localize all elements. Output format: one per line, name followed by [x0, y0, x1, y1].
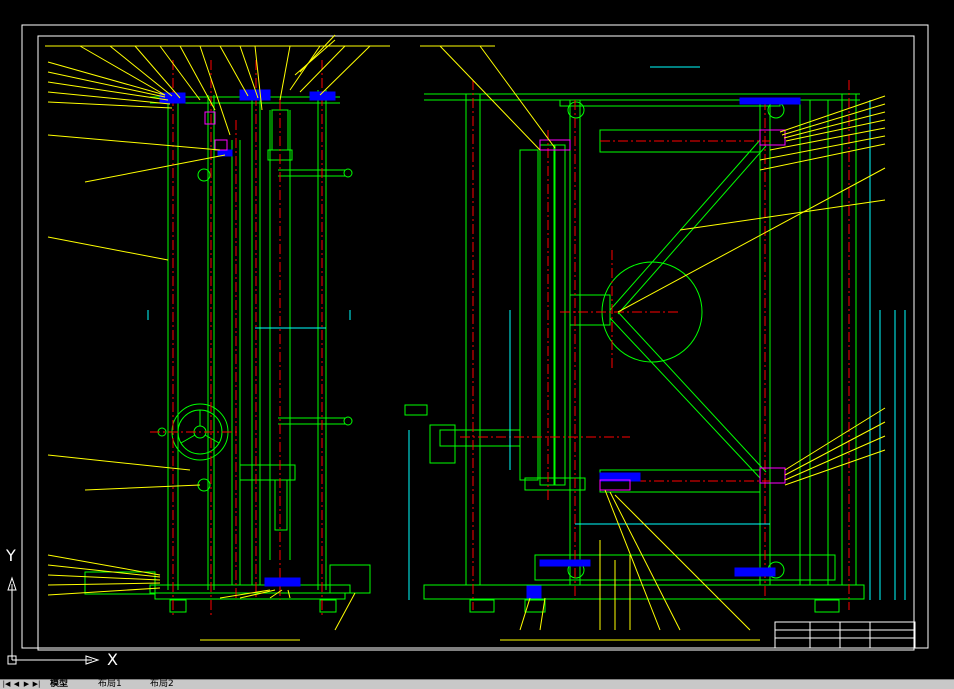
tab-layout2[interactable]: 布局2 — [150, 680, 174, 689]
last-tab-nav-button[interactable]: ▶| — [32, 680, 41, 689]
ucs-y-axis-label: Y — [6, 546, 16, 565]
prev-tab-nav-button[interactable]: ◀ — [12, 680, 21, 689]
tab-model[interactable]: 模型 — [50, 680, 68, 689]
left-elevation-view — [84, 60, 371, 615]
ucs-x-axis-label: X — [107, 650, 118, 669]
cad-drawing-canvas[interactable] — [0, 0, 954, 679]
first-tab-nav-button[interactable]: |◀ — [2, 680, 11, 689]
title-block — [774, 621, 916, 649]
sheet-border — [21, 24, 929, 651]
right-elevation-view — [404, 66, 906, 613]
tab-layout1[interactable]: 布局1 — [98, 680, 122, 689]
layout-tab-bar: |◀ ◀ ▶ ▶| 模型 布局1 布局2 — [0, 679, 954, 689]
next-tab-nav-button[interactable]: ▶ — [22, 680, 31, 689]
right-view-leaders — [420, 45, 886, 641]
left-view-leaders — [45, 34, 390, 641]
